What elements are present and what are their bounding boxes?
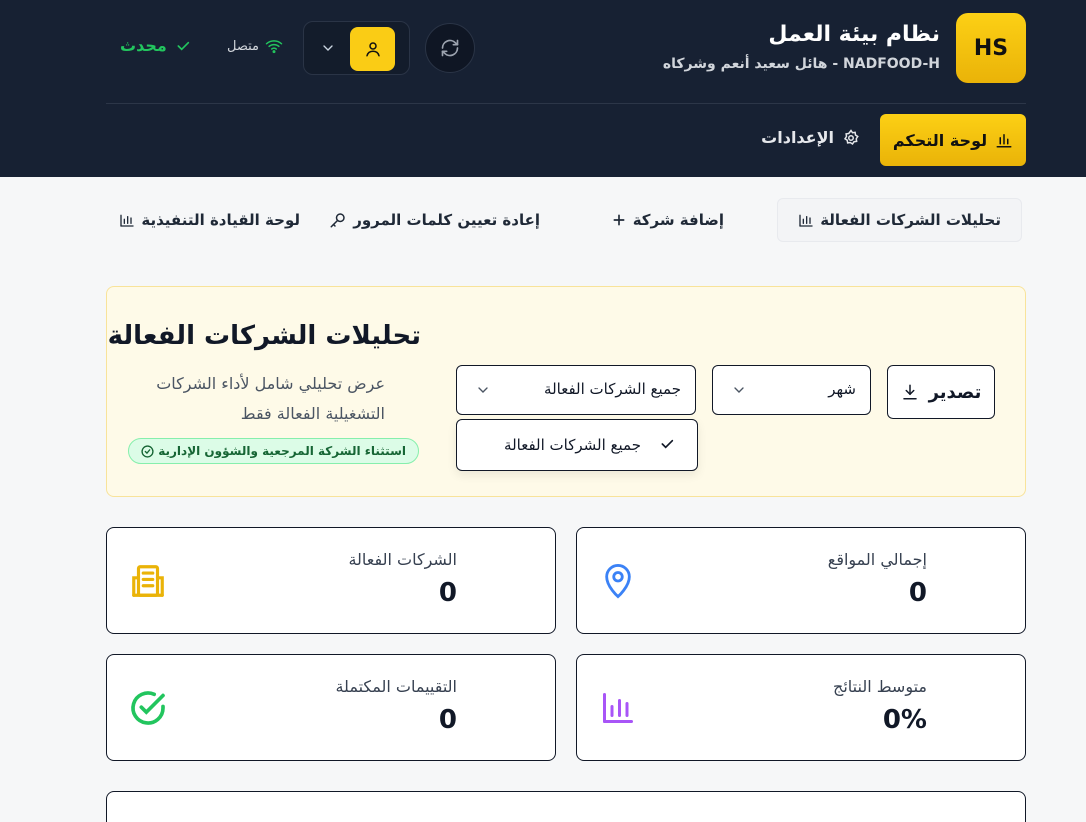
panel-description: عرض تحليلي شامل لأداء الشركات التشغيلية …: [156, 374, 385, 423]
tab-active-companies-analytics[interactable]: تحليلات الشركات الفعالة: [777, 198, 1022, 242]
chevron-down-icon: [478, 387, 488, 393]
chevron-down-icon: [734, 387, 744, 393]
stat-value: 0: [438, 705, 457, 735]
nav-dashboard-label: لوحة التحكم: [892, 130, 988, 150]
check-circle-icon: [127, 687, 169, 729]
stat-card-completed-assessments: التقييمات المكتملة 0: [106, 654, 556, 761]
bar-chart-icon: [597, 687, 639, 729]
connection-status-label: متصل: [227, 38, 260, 54]
exclusion-badge: استثناء الشركة المرجعية والشؤون الإدارية: [128, 438, 419, 464]
nav-settings-button[interactable]: الإعدادات: [761, 128, 860, 147]
connection-status: متصل: [227, 38, 283, 54]
bar-chart-icon: [996, 134, 1012, 148]
period-select[interactable]: شهر: [712, 365, 871, 415]
stat-value: 0%: [882, 705, 927, 735]
stat-label: إجمالي المواقع: [827, 550, 927, 569]
tab-label: إضافة شركة: [632, 211, 724, 229]
stat-card-average-results: متوسط النتائج 0%: [576, 654, 1026, 761]
tab-reset-passwords[interactable]: إعادة تعيين كلمات المرور: [329, 198, 540, 242]
user-menu-button[interactable]: [303, 21, 410, 75]
tab-add-company[interactable]: إضافة شركة: [611, 198, 724, 242]
tab-executive-dashboard[interactable]: لوحة القيادة التنفيذية: [119, 198, 300, 242]
export-label: تصدير: [928, 381, 982, 403]
stat-value: 0: [908, 578, 927, 608]
bar-chart-icon: [120, 214, 135, 227]
user-icon: [365, 42, 380, 57]
analytics-panel: تحليلات الشركات الفعالة عرض تحليلي شامل …: [106, 286, 1026, 497]
tab-label: لوحة القيادة التنفيذية: [141, 211, 300, 229]
sync-status: محدث: [120, 36, 191, 55]
stat-card-total-locations: إجمالي المواقع 0: [576, 527, 1026, 634]
export-button[interactable]: تصدير: [887, 365, 995, 419]
user-avatar: [350, 27, 395, 71]
period-select-value: شهر: [828, 380, 856, 398]
tab-label: تحليلات الشركات الفعالة: [820, 211, 1001, 229]
chevron-down-icon: [323, 45, 333, 51]
nav-dashboard-button[interactable]: لوحة التحكم: [880, 114, 1026, 166]
plus-icon: [613, 214, 625, 226]
company-dropdown: جميع الشركات الفعالة: [456, 419, 698, 471]
system-title: نظام بيئة العمل: [768, 22, 940, 47]
tab-label: إعادة تعيين كلمات المرور: [353, 211, 540, 229]
stat-value: 0: [438, 578, 457, 608]
check-circle-icon: [141, 444, 154, 458]
wifi-icon: [265, 40, 283, 54]
next-card-partial: [106, 791, 1026, 822]
system-subtitle: NADFOOD-H - هائل سعيد أنعم وشركاه: [662, 56, 940, 72]
download-icon: [902, 384, 917, 400]
stat-label: التقييمات المكتملة: [335, 677, 457, 696]
panel-title: تحليلات الشركات الفعالة: [107, 321, 421, 351]
check-icon: [661, 439, 674, 449]
nav-settings-label: الإعدادات: [761, 128, 834, 147]
stat-card-active-companies: الشركات الفعالة 0: [106, 527, 556, 634]
stat-label: الشركات الفعالة: [348, 550, 457, 569]
refresh-icon: [441, 39, 459, 57]
exclusion-badge-label: استثناء الشركة المرجعية والشؤون الإدارية: [158, 444, 406, 458]
check-icon: [177, 41, 189, 51]
sync-status-label: محدث: [120, 36, 167, 55]
header-divider: [106, 103, 1026, 104]
building-icon: [127, 560, 169, 602]
dropdown-option[interactable]: جميع الشركات الفعالة: [504, 436, 641, 454]
logo: HS: [956, 13, 1026, 83]
company-select-value: جميع الشركات الفعالة: [544, 380, 681, 398]
stat-label: متوسط النتائج: [833, 677, 927, 696]
refresh-button[interactable]: [425, 23, 475, 73]
key-icon: [330, 213, 345, 228]
bar-chart-icon: [799, 214, 813, 227]
app-header: HS نظام بيئة العمل NADFOOD-H - هائل سعيد…: [0, 0, 1086, 177]
company-select[interactable]: جميع الشركات الفعالة: [456, 365, 696, 415]
gear-icon: [843, 128, 859, 145]
map-pin-icon: [597, 560, 639, 602]
